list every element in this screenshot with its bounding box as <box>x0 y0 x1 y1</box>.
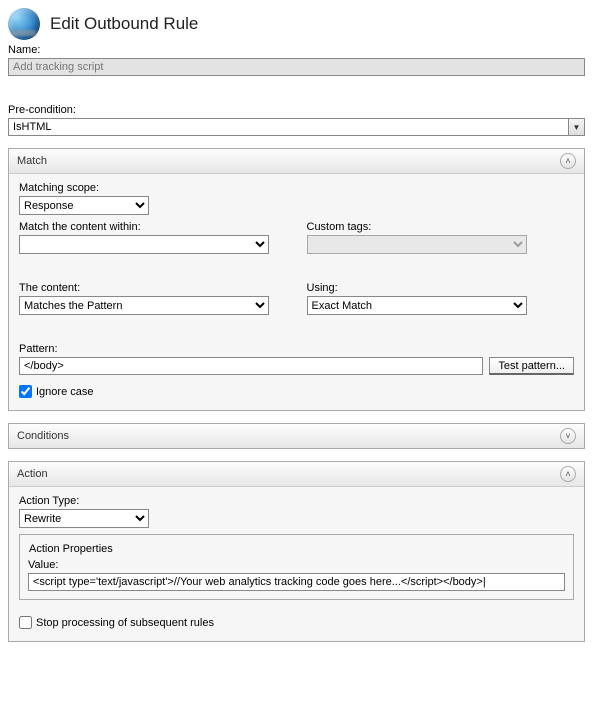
custom-tags-select <box>307 235 527 254</box>
the-content-label: The content: <box>19 282 287 294</box>
value-label: Value: <box>28 559 565 571</box>
pattern-label: Pattern: <box>19 343 574 355</box>
stop-processing-label: Stop processing of subsequent rules <box>36 617 214 629</box>
chevron-up-icon[interactable]: ˄ <box>560 466 576 482</box>
the-content-select[interactable]: Matches the Pattern <box>19 296 269 315</box>
ignore-case-checkbox[interactable] <box>19 385 32 398</box>
content-within-select[interactable] <box>19 235 269 254</box>
action-properties-legend: Action Properties <box>26 543 116 555</box>
action-type-label: Action Type: <box>19 495 574 507</box>
stop-processing-checkbox[interactable] <box>19 616 32 629</box>
action-panel-header[interactable]: Action ˄ <box>9 462 584 487</box>
name-input <box>8 58 585 76</box>
match-panel: Match ˄ Matching scope: Response Match t… <box>8 148 585 411</box>
globe-icon <box>8 8 40 40</box>
content-within-label: Match the content within: <box>19 221 287 233</box>
precondition-combo[interactable] <box>8 118 585 136</box>
name-label: Name: <box>8 44 585 56</box>
chevron-down-icon[interactable]: ˅ <box>560 428 576 444</box>
using-select[interactable]: Exact Match <box>307 296 527 315</box>
conditions-panel-header[interactable]: Conditions ˅ <box>9 424 584 448</box>
action-panel-title: Action <box>17 468 48 480</box>
custom-tags-label: Custom tags: <box>307 221 575 233</box>
conditions-panel-title: Conditions <box>17 430 69 442</box>
page-title: Edit Outbound Rule <box>50 14 198 34</box>
matching-scope-select[interactable]: Response <box>19 196 149 215</box>
match-panel-header[interactable]: Match ˄ <box>9 149 584 174</box>
value-input[interactable] <box>28 573 565 591</box>
dropdown-icon[interactable]: ▼ <box>568 119 584 135</box>
action-type-select[interactable]: Rewrite <box>19 509 149 528</box>
action-panel: Action ˄ Action Type: Rewrite Action Pro… <box>8 461 585 642</box>
matching-scope-label: Matching scope: <box>19 182 574 194</box>
test-pattern-button[interactable]: Test pattern... <box>489 357 574 375</box>
chevron-up-icon[interactable]: ˄ <box>560 153 576 169</box>
pattern-input[interactable] <box>19 357 483 375</box>
conditions-panel: Conditions ˅ <box>8 423 585 449</box>
using-label: Using: <box>307 282 575 294</box>
match-panel-title: Match <box>17 155 47 167</box>
ignore-case-label: Ignore case <box>36 386 93 398</box>
precondition-label: Pre-condition: <box>8 104 585 116</box>
